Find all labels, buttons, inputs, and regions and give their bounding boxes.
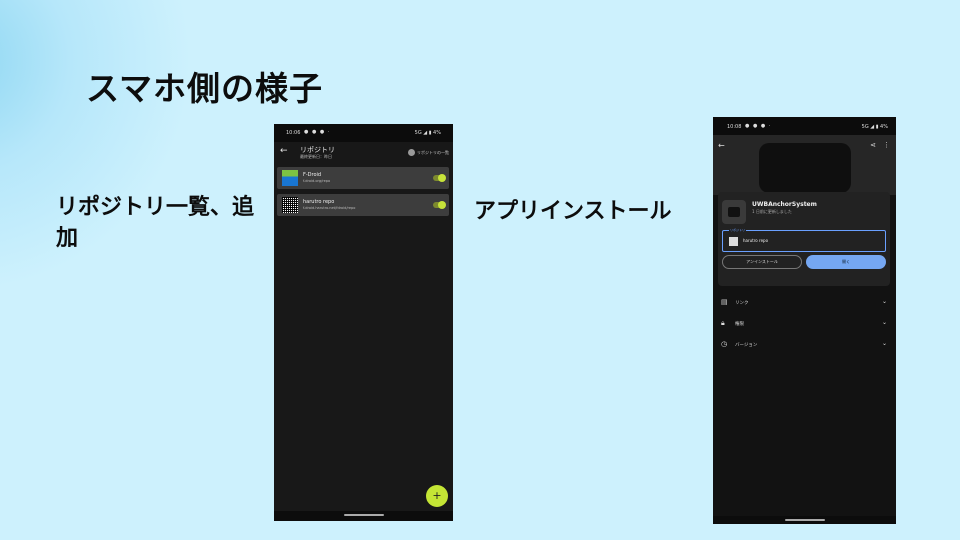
- caption-repository-list: リポジトリ一覧、追加: [56, 195, 255, 251]
- repository-select-legend: リポジトリ: [729, 228, 747, 232]
- phone-screenshot-repositories: 10:06 ● ● ● · 5G ◢ ▮ 4% ← リポジトリ 最終更新日：昨日…: [274, 124, 453, 521]
- device-image: [759, 143, 851, 193]
- section-permissions[interactable]: 🔒︎ 権限 ⌄: [719, 318, 889, 330]
- section-label: バージョン: [735, 343, 758, 348]
- repo-enable-toggle[interactable]: [433, 201, 446, 209]
- repository-select-value: harutro repo: [743, 238, 769, 243]
- gesture-bar: [274, 511, 453, 521]
- caption-app-install: アプリインストール: [474, 199, 672, 224]
- status-time: 10:08: [727, 124, 742, 130]
- chevron-down-icon: ⌄: [881, 298, 887, 305]
- app-header-image: ← ⋖ ⋮: [713, 135, 896, 195]
- app-bar: ← リポジトリ 最終更新日：昨日 リポジトリの一覧: [274, 142, 453, 164]
- page-subtitle: 最終更新日：昨日: [300, 154, 332, 159]
- share-icon[interactable]: ⋖: [870, 141, 876, 149]
- section-label: リンク: [735, 301, 749, 306]
- fdroid-logo-icon: [282, 170, 298, 186]
- repo-url: f-droid.org/repo: [303, 179, 331, 183]
- gesture-bar: [713, 516, 896, 524]
- section-label: 権限: [735, 322, 744, 327]
- list-item-repo-harutro[interactable]: harutro repo f-droid.harutro.net/fdroid/…: [277, 194, 449, 216]
- notification-icons: ● ● ● ·: [745, 123, 772, 129]
- repo-name: harutro repo: [303, 199, 335, 205]
- status-time: 10:06: [286, 130, 301, 136]
- list-icon: [408, 149, 415, 156]
- repository-list-button[interactable]: リポジトリの一覧: [408, 149, 449, 156]
- phone-screenshot-app-details: 10:08 ● ● ● · 5G ◢ ▮ 4% ← ⋖ ⋮ UWBAnchorS…: [713, 117, 896, 524]
- status-bar: 10:08 ● ● ● · 5G ◢ ▮ 4%: [713, 117, 896, 135]
- more-vert-icon[interactable]: ⋮: [883, 141, 890, 149]
- chevron-down-icon: ⌄: [881, 340, 887, 347]
- qr-code-icon: [282, 197, 298, 213]
- repo-enable-toggle[interactable]: [433, 174, 446, 182]
- app-icon: [722, 200, 746, 224]
- repo-url: f-droid.harutro.net/fdroid/repo: [303, 206, 356, 210]
- app-name: UWBAnchorSystem: [752, 201, 817, 208]
- list-item-repo-fdroid[interactable]: F-Droid f-droid.org/repo: [277, 167, 449, 189]
- app-updated-text: 1 日前に更新しました: [752, 209, 792, 214]
- notification-icons: ● ● ● ·: [304, 129, 331, 135]
- home-indicator[interactable]: [343, 514, 384, 516]
- repository-select[interactable]: リポジトリ harutro repo: [722, 228, 886, 252]
- status-bar: 10:06 ● ● ● · 5G ◢ ▮ 4%: [274, 124, 453, 142]
- status-indicators: 5G ◢ ▮ 4%: [414, 130, 441, 136]
- repo-icon: [729, 237, 738, 246]
- lock-icon: 🔒︎: [721, 319, 725, 327]
- slide-title: スマホ側の様子: [86, 69, 324, 108]
- add-repository-button[interactable]: +: [426, 485, 448, 507]
- arrow-left-icon[interactable]: ←: [280, 146, 288, 156]
- open-button[interactable]: 開く: [806, 255, 886, 269]
- arrow-left-icon[interactable]: ←: [718, 141, 725, 150]
- status-indicators: 5G ◢ ▮ 4%: [861, 124, 888, 130]
- home-indicator[interactable]: [784, 519, 825, 521]
- history-icon: ◷: [721, 340, 728, 348]
- link-icon: ▤: [721, 298, 728, 306]
- repo-name: F-Droid: [303, 172, 322, 178]
- section-versions[interactable]: ◷ バージョン ⌄: [719, 339, 889, 351]
- chevron-down-icon: ⌄: [881, 319, 887, 326]
- app-info-card: UWBAnchorSystem 1 日前に更新しました リポジトリ harutr…: [718, 192, 890, 286]
- repository-list-label: リポジトリの一覧: [417, 149, 449, 155]
- section-links[interactable]: ▤ リンク ⌄: [719, 297, 889, 309]
- uninstall-button[interactable]: アンインストール: [722, 255, 802, 269]
